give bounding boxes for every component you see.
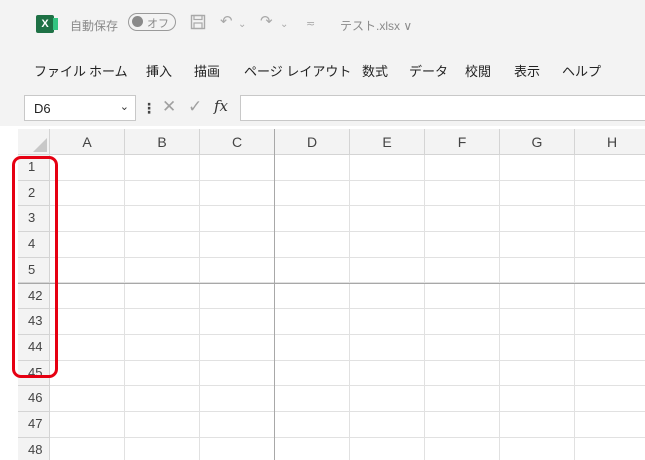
tab-file[interactable]: ファイル	[34, 61, 86, 80]
cell-row[interactable]	[50, 155, 645, 181]
cell-row[interactable]	[50, 386, 645, 412]
tab-page-layout[interactable]: ページ レイアウト	[244, 61, 351, 80]
autosave-toggle[interactable]: オフ	[128, 13, 176, 31]
cell-row[interactable]	[50, 206, 645, 233]
column-header-e[interactable]: E	[350, 129, 425, 155]
formula-buttons: ✕ ✓ fx	[156, 95, 236, 121]
undo-icon[interactable]: ↶	[220, 14, 233, 30]
cell-row[interactable]	[50, 335, 645, 361]
gridline	[349, 155, 350, 460]
column-header-f[interactable]: F	[425, 129, 500, 155]
ribbon-tabs: ファイル ホーム 挿入 描画 ページ レイアウト 数式 データ 校閲 表示 ヘル…	[0, 44, 645, 86]
freeze-pane-horizontal	[18, 283, 645, 284]
select-all-corner[interactable]	[18, 129, 50, 155]
file-name[interactable]: テスト.xlsx ∨	[340, 17, 412, 34]
name-box-value: D6	[34, 101, 51, 116]
title-bar: X 自動保存 オフ ↶ ⌄ ↷ ⌄ ≂ テスト.xlsx ∨	[0, 0, 645, 44]
tab-help[interactable]: ヘルプ	[562, 61, 601, 80]
undo-dropdown-icon[interactable]: ⌄	[238, 17, 246, 33]
cell-row[interactable]	[50, 412, 645, 438]
tab-formulas[interactable]: 数式	[362, 61, 388, 80]
cell-row[interactable]	[50, 438, 645, 460]
insert-function-icon[interactable]: fx	[214, 97, 228, 115]
row-headers-highlight	[12, 156, 58, 378]
cancel-icon[interactable]: ✕	[162, 97, 176, 117]
column-header-c[interactable]: C	[200, 129, 275, 155]
redo-dropdown-icon[interactable]: ⌄	[280, 17, 288, 33]
column-header-b[interactable]: B	[125, 129, 200, 155]
gridline	[574, 155, 575, 460]
cell-row[interactable]	[50, 258, 645, 284]
column-header-d[interactable]: D	[275, 129, 350, 155]
cell-row[interactable]	[50, 181, 645, 207]
name-box[interactable]: D6 ⌄	[24, 95, 136, 121]
gridline	[124, 155, 125, 460]
cell-row[interactable]	[50, 232, 645, 258]
cell-row[interactable]	[50, 309, 645, 335]
row-header-48[interactable]: 48	[18, 437, 50, 460]
autosave-state: オフ	[147, 18, 169, 30]
freeze-pane-vertical	[274, 129, 275, 460]
autosave-label: 自動保存	[70, 19, 119, 33]
tab-review[interactable]: 校閲	[465, 61, 491, 80]
column-header-h[interactable]: H	[575, 129, 645, 155]
cell-row[interactable]	[50, 361, 645, 387]
excel-logo-icon: X	[36, 15, 58, 33]
formula-bar: D6 ⌄ ⋮ ✕ ✓ fx	[0, 86, 645, 126]
tab-draw[interactable]: 描画	[194, 61, 220, 80]
more-options-icon[interactable]: ⋮	[142, 100, 156, 117]
formula-input[interactable]	[240, 95, 645, 121]
gridline	[199, 155, 200, 460]
column-header-a[interactable]: A	[50, 129, 125, 155]
tab-home[interactable]: ホーム	[89, 61, 128, 80]
tab-view[interactable]: 表示	[514, 61, 540, 80]
tab-insert[interactable]: 挿入	[146, 61, 172, 80]
gridline	[424, 155, 425, 460]
toggle-knob	[132, 16, 143, 27]
check-icon[interactable]: ✓	[188, 97, 202, 117]
column-header-g[interactable]: G	[500, 129, 575, 155]
save-icon[interactable]	[190, 14, 206, 34]
row-header-46[interactable]: 46	[18, 386, 50, 412]
customize-toolbar-icon[interactable]: ≂	[306, 16, 315, 32]
redo-icon[interactable]: ↷	[260, 14, 273, 30]
row-header-47[interactable]: 47	[18, 412, 50, 438]
gridline	[499, 155, 500, 460]
cell-row[interactable]	[50, 284, 645, 310]
spreadsheet-grid: A B C D E F G H 1 2 3 4 5 42 43 44 45 46…	[18, 129, 645, 460]
chevron-down-icon[interactable]: ⌄	[120, 100, 129, 113]
tab-data[interactable]: データ	[409, 61, 448, 80]
